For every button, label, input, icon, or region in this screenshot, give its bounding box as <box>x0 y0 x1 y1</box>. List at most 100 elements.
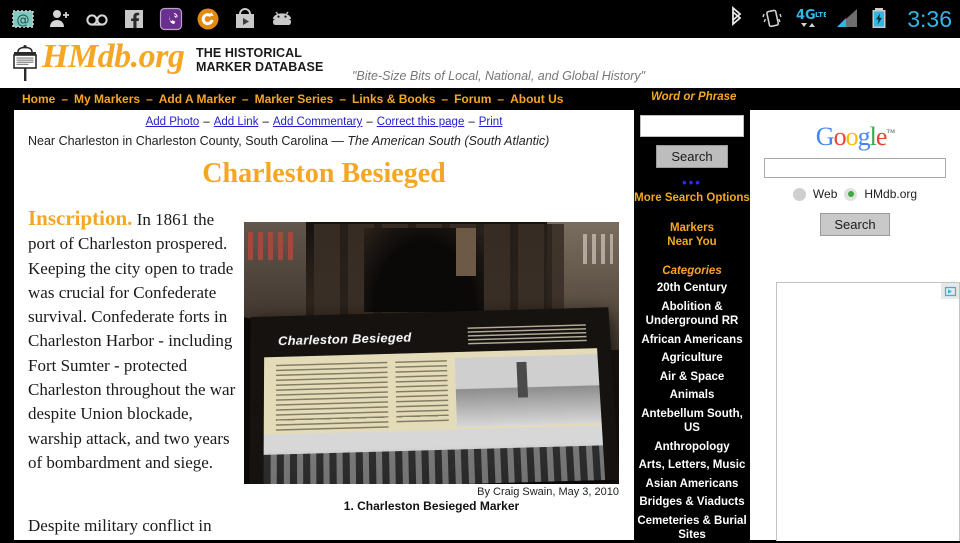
correct-this-page-link[interactable]: Correct this page <box>377 116 465 128</box>
marker-article-page: Add Photo – Add Link – Add Commentary – Correc… <box>14 110 634 540</box>
photo-credit: By Craig Swain, May 3, 2010 <box>477 486 619 498</box>
list-item[interactable]: Antebellum South, US <box>634 407 750 436</box>
inscription-paragraph-2: Despite military conflict in <box>28 516 212 535</box>
svg-text:@: @ <box>17 13 30 28</box>
markers-near-you-link[interactable]: Markers Near You <box>634 221 750 249</box>
site-logo-text[interactable]: HMdb.org <box>42 38 185 76</box>
sidebar-item-add-a-marker[interactable]: Add A Marker <box>159 92 236 106</box>
nav-separator: – <box>61 92 69 106</box>
signal-bars-icon <box>835 6 861 32</box>
marker-photo[interactable]: Charleston Besieged <box>244 222 619 484</box>
site-subtitle: THE HISTORICAL MARKER DATABASE <box>196 46 323 74</box>
categories-heading: Categories <box>662 265 722 277</box>
contact-add-icon <box>47 6 73 32</box>
radio-hmdb-label: HMdb.org <box>864 187 918 201</box>
voicemail-icon <box>84 6 110 32</box>
historical-marker-sign-icon <box>8 44 42 82</box>
android-status-bar: @ 4G LTE 3:36 <box>0 0 960 38</box>
facebook-icon <box>121 6 147 32</box>
sidebar-item-forum[interactable]: Forum <box>454 92 491 106</box>
google-search-sidebar: Google™ Web HMdb.org Search <box>750 110 960 541</box>
radio-web[interactable] <box>792 187 806 201</box>
sidebar-item-links-books[interactable]: Links & Books <box>352 92 435 106</box>
list-item[interactable]: Abolition & Underground RR <box>634 300 750 329</box>
sidebar-item-about-us[interactable]: About Us <box>510 92 563 106</box>
android-browser-screen: @ 4G LTE 3:36 HMdb.org THE HISTORICAL MA… <box>0 0 960 543</box>
dots-separator: ••• <box>682 175 702 190</box>
action-separator: – <box>262 116 269 128</box>
search-button[interactable]: Search <box>656 145 728 168</box>
radio-hmdb[interactable] <box>844 187 858 201</box>
bluetooth-icon <box>726 6 752 32</box>
adchoices-icon[interactable] <box>941 283 959 299</box>
google-logo-letter: o <box>833 122 847 151</box>
google-logo-letter: e <box>875 122 888 151</box>
status-indicator-tray: 4G LTE 3:36 <box>726 0 952 38</box>
list-item[interactable]: 20th Century <box>634 281 750 296</box>
photo-panel-text-column-2 <box>395 360 449 423</box>
action-separator: – <box>468 116 475 128</box>
sidebar-item-marker-series[interactable]: Marker Series <box>255 92 334 106</box>
vibrate-icon <box>761 6 787 32</box>
play-store-icon <box>232 6 258 32</box>
photo-panel-crowd-illustration <box>263 425 606 484</box>
google-logo-letter: g <box>857 122 871 151</box>
search-input[interactable] <box>640 115 744 137</box>
site-search-sidebar: Search ••• More Search Options Markers N… <box>634 110 750 543</box>
svg-text:4G: 4G <box>796 8 816 23</box>
list-item[interactable]: Anthropology <box>634 440 750 455</box>
add-commentary-link[interactable]: Add Commentary <box>273 116 362 128</box>
marker-location-line: Near Charleston in Charleston County, So… <box>28 134 549 148</box>
categories-list: 20th Century Abolition & Underground RR … <box>634 281 750 543</box>
battery-charging-icon <box>870 6 896 32</box>
page-title: Charleston Besieged <box>202 158 446 189</box>
radio-web-label: Web <box>812 187 838 201</box>
inscription-paragraph-1: In 1861 the port of Charleston prospered… <box>28 210 236 472</box>
sidebar-item-my-markers[interactable]: My Markers <box>74 92 140 106</box>
list-item[interactable]: Cemeteries & Burial Sites <box>634 514 750 543</box>
action-separator: – <box>203 116 210 128</box>
photo-panel-historic-image <box>454 354 602 428</box>
list-item[interactable]: Agriculture <box>634 351 750 366</box>
list-item[interactable]: Asian Americans <box>634 477 750 492</box>
list-item[interactable]: Bridges & Viaducts <box>634 495 750 510</box>
page-action-links: Add Photo – Add Link – Add Commentary – Correc… <box>14 116 634 128</box>
photo-caption: 1. Charleston Besieged Marker <box>343 499 520 513</box>
nav-links: Home – My Markers – Add A Marker – Marke… <box>22 88 563 110</box>
android-icon <box>269 6 295 32</box>
site-subtitle-line2: MARKER DATABASE <box>196 60 324 74</box>
add-photo-link[interactable]: Add Photo <box>146 116 200 128</box>
inscription-label: Inscription. <box>28 206 133 230</box>
ccleaner-icon <box>195 6 221 32</box>
marker-region-text: The American South (South Atlantic) <box>347 134 550 148</box>
google-trademark-symbol: ™ <box>886 127 895 138</box>
list-item[interactable]: Animals <box>634 388 750 403</box>
word-or-phrase-label: Word or Phrase <box>651 91 737 103</box>
add-link-link[interactable]: Add Link <box>214 116 259 128</box>
nav-separator: – <box>497 92 505 106</box>
svg-text:LTE: LTE <box>815 11 826 19</box>
email-stamp-icon: @ <box>10 6 36 32</box>
nav-separator: – <box>146 92 153 106</box>
markers-near-you-line2: Near You <box>667 236 717 248</box>
google-search-input[interactable] <box>764 158 946 178</box>
notification-icon-tray[interactable]: @ <box>10 0 295 38</box>
more-search-options-link[interactable]: More Search Options <box>634 192 750 204</box>
google-logo-letter: G <box>815 122 835 151</box>
google-search-scope-radios: Web HMdb.org <box>750 187 960 201</box>
list-item[interactable]: Air & Space <box>634 370 750 385</box>
markers-near-you-line1: Markers <box>669 222 715 234</box>
google-search-button[interactable]: Search <box>820 213 890 236</box>
photo-marker-panel: Charleston Besieged <box>263 319 606 484</box>
nav-separator: – <box>241 92 249 106</box>
advertisement-frame[interactable] <box>776 282 960 541</box>
viber-icon <box>158 6 184 32</box>
nav-separator: – <box>441 92 449 106</box>
sidebar-item-home[interactable]: Home <box>22 92 55 106</box>
photo-marker-frame: Charleston Besieged <box>249 307 619 484</box>
action-separator: – <box>366 116 373 128</box>
site-tagline: "Bite-Size Bits of Local, National, and … <box>352 69 646 83</box>
list-item[interactable]: Arts, Letters, Music <box>634 458 750 473</box>
print-link[interactable]: Print <box>479 116 503 128</box>
list-item[interactable]: African Americans <box>634 333 750 348</box>
